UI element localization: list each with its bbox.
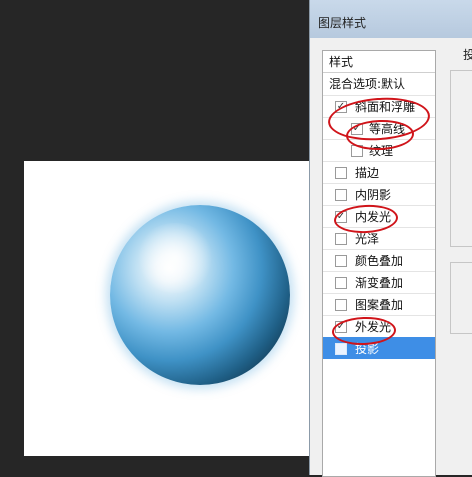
style-item-inner-glow[interactable]: ✓ 内发光 <box>323 205 435 227</box>
style-item-color-overlay[interactable]: 颜色叠加 <box>323 249 435 271</box>
style-item-satin[interactable]: 光泽 <box>323 227 435 249</box>
blending-options-item[interactable]: 混合选项:默认 <box>323 73 435 95</box>
checkbox-bevel-emboss[interactable]: ✓ <box>335 101 347 113</box>
style-item-bevel-emboss[interactable]: ✓ 斜面和浮雕 <box>323 95 435 117</box>
checkbox-drop-shadow[interactable] <box>335 343 347 355</box>
settings-group-quality <box>450 262 472 334</box>
dialog-title: 图层样式 <box>318 16 367 30</box>
checkbox-outer-glow[interactable]: ✓ <box>335 321 347 333</box>
blue-sphere-layer <box>110 205 290 385</box>
checkbox-contour[interactable]: ✓ <box>351 123 363 135</box>
checkbox-satin[interactable] <box>335 233 347 245</box>
checkbox-gradient-overlay[interactable] <box>335 277 347 289</box>
style-item-outer-glow[interactable]: ✓ 外发光 <box>323 315 435 337</box>
settings-title-partial: 投 <box>463 48 472 62</box>
style-item-contour[interactable]: ✓ 等高线 <box>323 117 435 139</box>
style-item-stroke[interactable]: 描边 <box>323 161 435 183</box>
dialog-titlebar[interactable]: 图层样式 <box>310 0 472 38</box>
settings-group-structure <box>450 70 472 247</box>
checkbox-color-overlay[interactable] <box>335 255 347 267</box>
styles-list: 样式 混合选项:默认 ✓ 斜面和浮雕 ✓ 等高线 纹理 描边 内阴影 ✓ 内发光… <box>322 50 436 477</box>
checkbox-inner-glow[interactable]: ✓ <box>335 211 347 223</box>
style-item-inner-shadow[interactable]: 内阴影 <box>323 183 435 205</box>
checkbox-stroke[interactable] <box>335 167 347 179</box>
checkbox-pattern-overlay[interactable] <box>335 299 347 311</box>
checkbox-inner-shadow[interactable] <box>335 189 347 201</box>
style-item-gradient-overlay[interactable]: 渐变叠加 <box>323 271 435 293</box>
style-item-texture[interactable]: 纹理 <box>323 139 435 161</box>
styles-header[interactable]: 样式 <box>323 51 435 73</box>
layer-style-dialog: 图层样式 投 样式 混合选项:默认 ✓ 斜面和浮雕 ✓ 等高线 纹理 描边 内阴… <box>309 0 472 477</box>
style-item-pattern-overlay[interactable]: 图案叠加 <box>323 293 435 315</box>
style-item-drop-shadow[interactable]: 投影 <box>323 337 435 359</box>
checkbox-texture[interactable] <box>351 145 363 157</box>
